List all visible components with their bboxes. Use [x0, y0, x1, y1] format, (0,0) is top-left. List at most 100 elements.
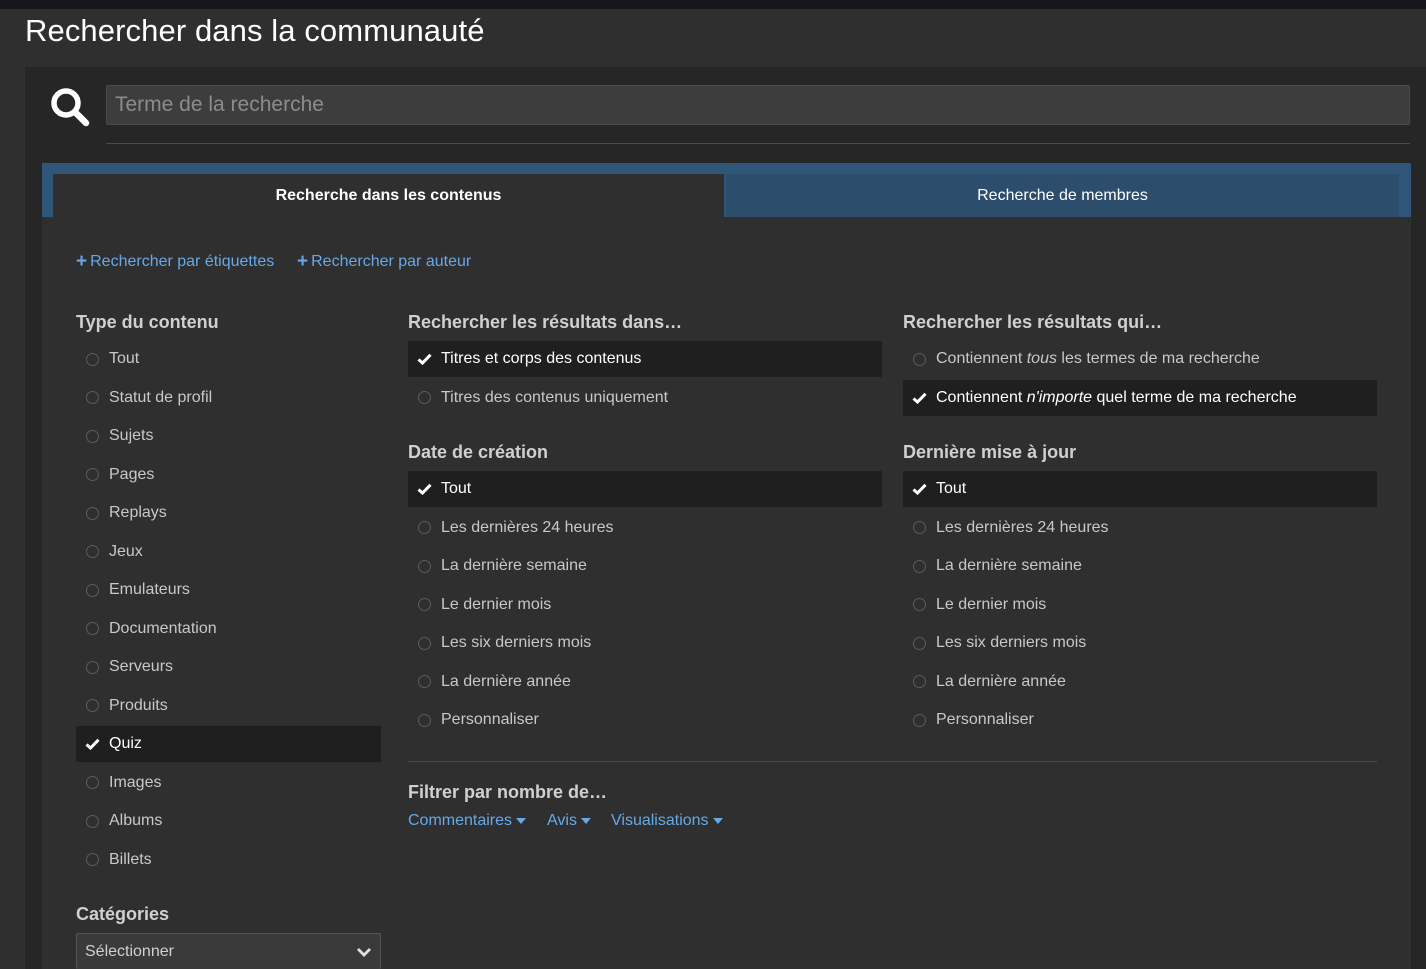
- search-icon[interactable]: [49, 86, 91, 128]
- created-option[interactable]: Les dernières 24 heures: [408, 510, 882, 546]
- updated-option[interactable]: Les six derniers mois: [903, 625, 1377, 661]
- radio-empty-icon: [418, 636, 431, 650]
- filter-comments-dropdown[interactable]: Commentaires: [408, 812, 527, 830]
- search-in-option[interactable]: Titres des contenus uniquement: [408, 380, 882, 416]
- radio-empty-icon: [418, 559, 431, 573]
- search-which-option[interactable]: Contiennent tous les termes de ma recher…: [903, 341, 1377, 377]
- content-type-option[interactable]: Sujets: [76, 418, 381, 454]
- radio-empty-icon: [913, 598, 926, 611]
- check-icon: [85, 738, 103, 750]
- content-type-option-label: Documentation: [109, 619, 217, 637]
- search-which-option-label: Contiennent n'importe quel terme de ma r…: [936, 388, 1297, 406]
- content-type-option-label: Jeux: [109, 542, 143, 560]
- caret-down-icon: [516, 818, 527, 824]
- content-type-heading: Type du contenu: [76, 312, 219, 332]
- content-type-option[interactable]: Documentation: [76, 611, 381, 647]
- updated-heading: Dernière mise à jour: [903, 442, 1077, 462]
- radio-empty-icon: [913, 675, 926, 688]
- chevron-down-icon: [357, 947, 371, 957]
- content-type-option[interactable]: Produits: [76, 688, 381, 724]
- tab-content-search[interactable]: Recherche dans les contenus: [53, 174, 724, 217]
- content-type-option[interactable]: Jeux: [76, 534, 381, 570]
- created-option-label: Les six derniers mois: [441, 634, 592, 651]
- plus-icon: +: [76, 251, 88, 272]
- updated-option[interactable]: La dernière semaine: [903, 548, 1377, 584]
- created-heading: Date de création: [408, 442, 549, 462]
- search-in-option[interactable]: Titres et corps des contenus: [408, 341, 882, 377]
- created-option-label: Les dernières 24 heures: [441, 518, 614, 536]
- created-option[interactable]: Le dernier mois: [408, 587, 882, 623]
- created-option[interactable]: Personnaliser: [408, 702, 882, 738]
- content-type-option[interactable]: Quiz: [76, 726, 381, 762]
- updated-option[interactable]: Personnaliser: [903, 702, 1377, 738]
- updated-option[interactable]: Les dernières 24 heures: [903, 510, 1377, 546]
- search-which-heading: Rechercher les résultats qui…: [903, 312, 1163, 332]
- updated-option[interactable]: Tout: [903, 471, 1377, 507]
- updated-option[interactable]: La dernière année: [903, 664, 1377, 700]
- radio-empty-icon: [86, 352, 99, 366]
- categories-heading: Catégories: [76, 904, 170, 924]
- search-by-tags-link[interactable]: + Rechercher par étiquettes: [76, 251, 274, 272]
- search-which-option-label: Contiennent tous les termes de ma recher…: [936, 350, 1260, 367]
- section-divider: [408, 761, 1377, 762]
- filter-heading: Filtrer par nombre de…: [408, 782, 608, 802]
- caret-down-icon: [712, 818, 723, 824]
- created-option-label: Le dernier mois: [441, 595, 552, 613]
- content-type-option[interactable]: Images: [76, 765, 381, 801]
- search-input[interactable]: [106, 85, 1410, 125]
- filter-views-dropdown[interactable]: Visualisations: [611, 812, 723, 830]
- radio-empty-icon: [86, 814, 99, 828]
- search-which-option[interactable]: Contiennent n'importe quel terme de ma r…: [903, 379, 1377, 416]
- radio-empty-icon: [418, 391, 431, 404]
- page-title: Rechercher dans la communauté: [25, 13, 485, 48]
- radio-empty-icon: [86, 468, 99, 481]
- search-underline: [106, 143, 1410, 144]
- content-type-option[interactable]: Serveurs: [76, 649, 381, 685]
- content-type-option[interactable]: Albums: [76, 803, 381, 839]
- content-type-option[interactable]: Emulateurs: [76, 572, 381, 608]
- updated-option-label: Personnaliser: [936, 711, 1034, 728]
- content-type-option-label: Sujets: [109, 427, 154, 444]
- content-type-option[interactable]: Replays: [76, 495, 381, 531]
- search-in-option-label: Titres et corps des contenus: [441, 350, 642, 367]
- updated-option-label: La dernière semaine: [936, 557, 1082, 574]
- updated-option-label: Les six derniers mois: [936, 634, 1087, 651]
- tab-member-search[interactable]: Recherche de membres: [726, 174, 1399, 217]
- created-option-label: La dernière année: [441, 672, 571, 690]
- search-in-option-label: Titres des contenus uniquement: [441, 388, 669, 406]
- updated-option-label: Tout: [936, 480, 967, 497]
- created-option-label: Tout: [441, 480, 472, 497]
- radio-empty-icon: [86, 429, 99, 443]
- radio-empty-icon: [86, 391, 99, 404]
- radio-empty-icon: [913, 352, 926, 366]
- radio-empty-icon: [418, 713, 431, 727]
- categories-select[interactable]: Sélectionner: [76, 933, 381, 969]
- updated-option-label: Le dernier mois: [936, 595, 1047, 613]
- search-by-author-link[interactable]: + Rechercher par auteur: [297, 251, 471, 272]
- content-type-option[interactable]: Statut de profil: [76, 380, 381, 416]
- content-type-option[interactable]: Billets: [76, 842, 381, 878]
- plus-icon: +: [297, 251, 309, 272]
- content-type-option[interactable]: Pages: [76, 457, 381, 493]
- radio-empty-icon: [86, 660, 99, 674]
- created-option-label: Personnaliser: [441, 711, 539, 728]
- created-option-label: La dernière semaine: [441, 557, 587, 574]
- content-type-option[interactable]: Tout: [76, 341, 381, 377]
- updated-option-label: Les dernières 24 heures: [936, 518, 1109, 536]
- radio-empty-icon: [418, 675, 431, 688]
- filter-reviews-dropdown[interactable]: Avis: [547, 812, 591, 830]
- created-option[interactable]: La dernière semaine: [408, 548, 882, 584]
- created-option[interactable]: Les six derniers mois: [408, 625, 882, 661]
- content-type-option-label: Replays: [109, 504, 167, 521]
- radio-empty-icon: [913, 521, 926, 534]
- updated-option[interactable]: Le dernier mois: [903, 587, 1377, 623]
- search-in-heading: Rechercher les résultats dans…: [408, 312, 683, 332]
- content-type-option-label: Albums: [109, 812, 163, 829]
- content-type-option-label: Tout: [109, 350, 140, 367]
- created-option[interactable]: La dernière année: [408, 664, 882, 700]
- updated-option-label: La dernière année: [936, 672, 1066, 690]
- radio-empty-icon: [913, 559, 926, 573]
- created-option[interactable]: Tout: [408, 471, 882, 507]
- check-icon: [417, 483, 435, 495]
- radio-empty-icon: [913, 636, 926, 650]
